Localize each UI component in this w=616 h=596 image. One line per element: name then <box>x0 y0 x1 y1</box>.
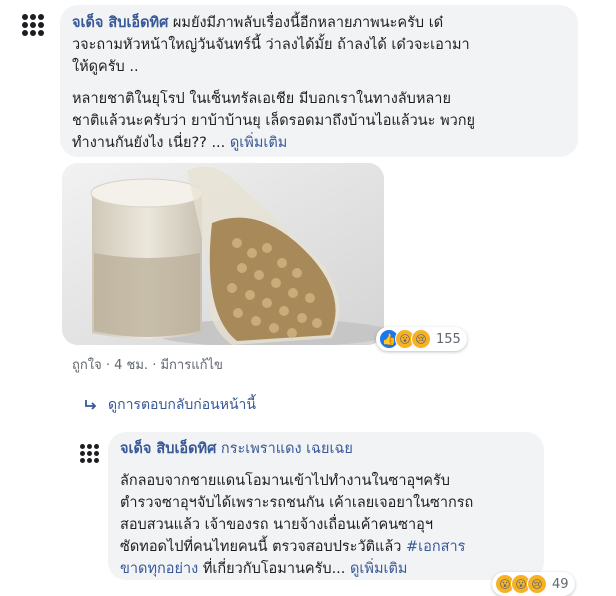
comment-text: ผมยังมีภาพลับเรื่องนี้อีกหลายภาพนะครับ เ… <box>172 15 444 31</box>
avatar[interactable] <box>76 440 102 466</box>
comment-author[interactable]: จเด็จ สิบเอ็ดทิศ <box>72 15 168 31</box>
reply-bubble: จเด็จ สิบเอ็ดทิศ กระเพราแดง เฉยเฉย ลักลอ… <box>108 432 544 580</box>
reaction-count: 155 <box>436 331 461 347</box>
comment-photo[interactable] <box>62 163 384 345</box>
reaction-count: 49 <box>552 576 569 592</box>
sad-icon: 😢 <box>527 574 547 594</box>
see-more-link[interactable]: ดูเพิ่มเติม <box>350 561 407 577</box>
hashtag-link[interactable]: ขาดทุกอย่าง <box>120 561 198 577</box>
comment-text: วจะถามหัวหน้าใหญ่วันจันทร์นี้ ว่าลงได้มั… <box>72 37 470 53</box>
separator: · <box>101 358 115 373</box>
like-link[interactable]: ถูกใจ <box>72 358 102 373</box>
sad-icon: 😢 <box>411 329 431 349</box>
view-previous-replies[interactable]: ดูการตอบกลับก่อนหน้านี้ <box>84 394 256 416</box>
avatar[interactable] <box>18 10 48 40</box>
comment-text: หลายชาติในยุโรป ในเซ็นทรัลเอเชีย มีบอกเร… <box>72 91 451 107</box>
reply-text: ลักลอบจากชายแดนโอมานเข้าไปทำงานในซาอุฯคร… <box>120 473 451 489</box>
reply-text: สอบสวนแล้ว เจ้าของรถ นายจ้างเถื่อนเค้าคน… <box>120 517 433 533</box>
timestamp[interactable]: 4 ชม. <box>114 358 148 373</box>
see-more-link[interactable]: ดูเพิ่มเติม <box>230 135 287 151</box>
view-previous-replies-label[interactable]: ดูการตอบกลับก่อนหน้านี้ <box>108 394 256 416</box>
mention-tag[interactable]: กระเพราแดง เฉยเฉย <box>221 441 353 457</box>
reply-author[interactable]: จเด็จ สิบเอ็ดทิศ <box>120 441 216 457</box>
separator: · <box>148 358 161 373</box>
edited-label[interactable]: มีการแก้ไข <box>160 358 222 373</box>
reply-text: ตำรวจซาอุฯจับได้เพราะรถชนกัน เค้าเลยเจอย… <box>120 495 474 511</box>
hashtag-link[interactable]: #เอกสาร <box>406 539 465 555</box>
comment-bubble: จเด็จ สิบเอ็ดทิศ ผมยังมีภาพลับเรื่องนี้อ… <box>60 5 578 157</box>
reaction-summary[interactable]: 😮 😮 😢 49 <box>492 572 575 596</box>
comment-text: ทำงานกันยังไง เนี่ย?? <box>72 135 207 151</box>
reply-text: ซัดทอดไปที่คนไทยคนนี้ ตรวจสอบประวัติแล้ว <box>120 539 407 555</box>
reply-text: ที่เกี่ยวกับโอมานครับ... <box>198 561 351 577</box>
comment-text: ชาติแล้วนะครับว่า ยาบ้าบ้านยุ เล็ดรอดมาถ… <box>72 113 476 129</box>
ellipsis: ... <box>206 135 230 151</box>
comment-text: ให้ดูครับ .. <box>72 59 139 75</box>
reply-arrow-icon <box>85 400 97 410</box>
comment-actions: ถูกใจ · 4 ชม. · มีการแก้ไข <box>72 354 223 375</box>
reaction-summary[interactable]: 👍 😮 😢 155 <box>376 327 467 351</box>
